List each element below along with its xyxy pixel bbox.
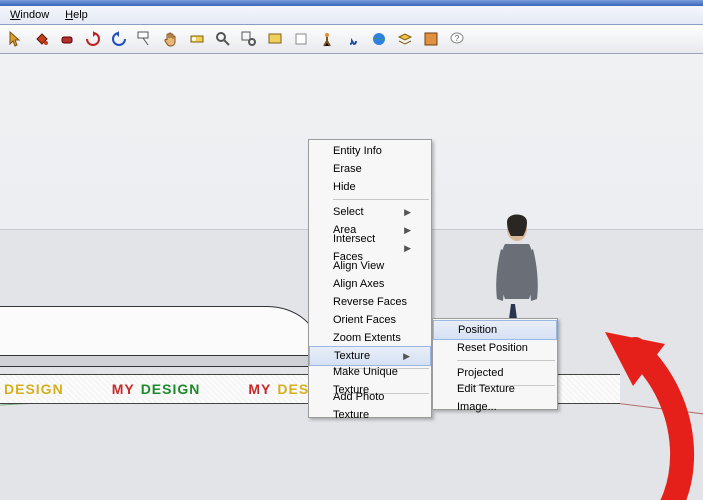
tool-callout-icon[interactable] xyxy=(132,26,158,52)
chevron-right-icon: ▶ xyxy=(404,239,411,257)
tool-select-icon[interactable] xyxy=(2,26,28,52)
tool-position-camera-icon[interactable] xyxy=(314,26,340,52)
model-slab xyxy=(0,306,320,356)
submenu-position[interactable]: Position xyxy=(433,320,557,340)
menu-add-photo-texture[interactable]: Add Photo Texture xyxy=(309,397,431,415)
submenu-edit-texture-image[interactable]: Edit Texture Image... xyxy=(433,389,557,407)
tool-eraser-icon[interactable] xyxy=(54,26,80,52)
chevron-right-icon: ▶ xyxy=(404,203,411,221)
menu-zoom-extents[interactable]: Zoom Extents xyxy=(309,329,431,347)
menu-erase[interactable]: Erase xyxy=(309,160,431,178)
menu-help[interactable]: HHelpelp xyxy=(57,8,96,22)
banner-text: MY xyxy=(248,381,271,397)
texture-submenu: Position Reset Position Projected Edit T… xyxy=(432,318,558,410)
menu-hide[interactable]: Hide xyxy=(309,178,431,196)
menu-align-axes[interactable]: Align Axes xyxy=(309,275,431,293)
menu-bar: WWindowindow HHelpelp xyxy=(0,6,703,25)
svg-text:?: ? xyxy=(455,34,460,43)
tool-paint-bucket-icon[interactable] xyxy=(28,26,54,52)
submenu-reset-position[interactable]: Reset Position xyxy=(433,339,557,357)
menu-intersect-faces[interactable]: Intersect Faces▶ xyxy=(309,239,431,257)
banner-text: DESIGN xyxy=(4,381,64,397)
viewport-3d[interactable]: DESIGN MY DESIGN MY DESIGN MY DESIGN Ent… xyxy=(0,54,703,500)
menu-entity-info[interactable]: Entity Info xyxy=(309,142,431,160)
tool-rotate-blue-icon[interactable] xyxy=(106,26,132,52)
tool-tape-icon[interactable] xyxy=(184,26,210,52)
tool-hand-icon[interactable] xyxy=(158,26,184,52)
tool-help-icon[interactable]: ? xyxy=(444,26,470,52)
tool-zoom-region-icon[interactable] xyxy=(236,26,262,52)
context-menu: Entity Info Erase Hide Select▶ Area▶ Int… xyxy=(308,139,432,418)
menu-reverse-faces[interactable]: Reverse Faces xyxy=(309,293,431,311)
banner-text: DESIGN xyxy=(141,381,201,397)
tool-prev-view-icon[interactable] xyxy=(262,26,288,52)
tool-texture-icon[interactable] xyxy=(418,26,444,52)
banner-text: MY xyxy=(112,381,135,397)
menu-align-view[interactable]: Align View xyxy=(309,257,431,275)
chevron-right-icon: ▶ xyxy=(404,221,411,239)
tool-zoom-icon[interactable] xyxy=(210,26,236,52)
tool-layers-icon[interactable] xyxy=(392,26,418,52)
menu-window[interactable]: WWindowindow xyxy=(2,8,57,22)
tool-iso-view-icon[interactable] xyxy=(288,26,314,52)
toolbar: ? xyxy=(0,25,703,54)
menu-select[interactable]: Select▶ xyxy=(309,203,431,221)
menu-orient-faces[interactable]: Orient Faces xyxy=(309,311,431,329)
tool-walk-icon[interactable] xyxy=(340,26,366,52)
tool-rotate-red-icon[interactable] xyxy=(80,26,106,52)
tool-google-earth-icon[interactable] xyxy=(366,26,392,52)
